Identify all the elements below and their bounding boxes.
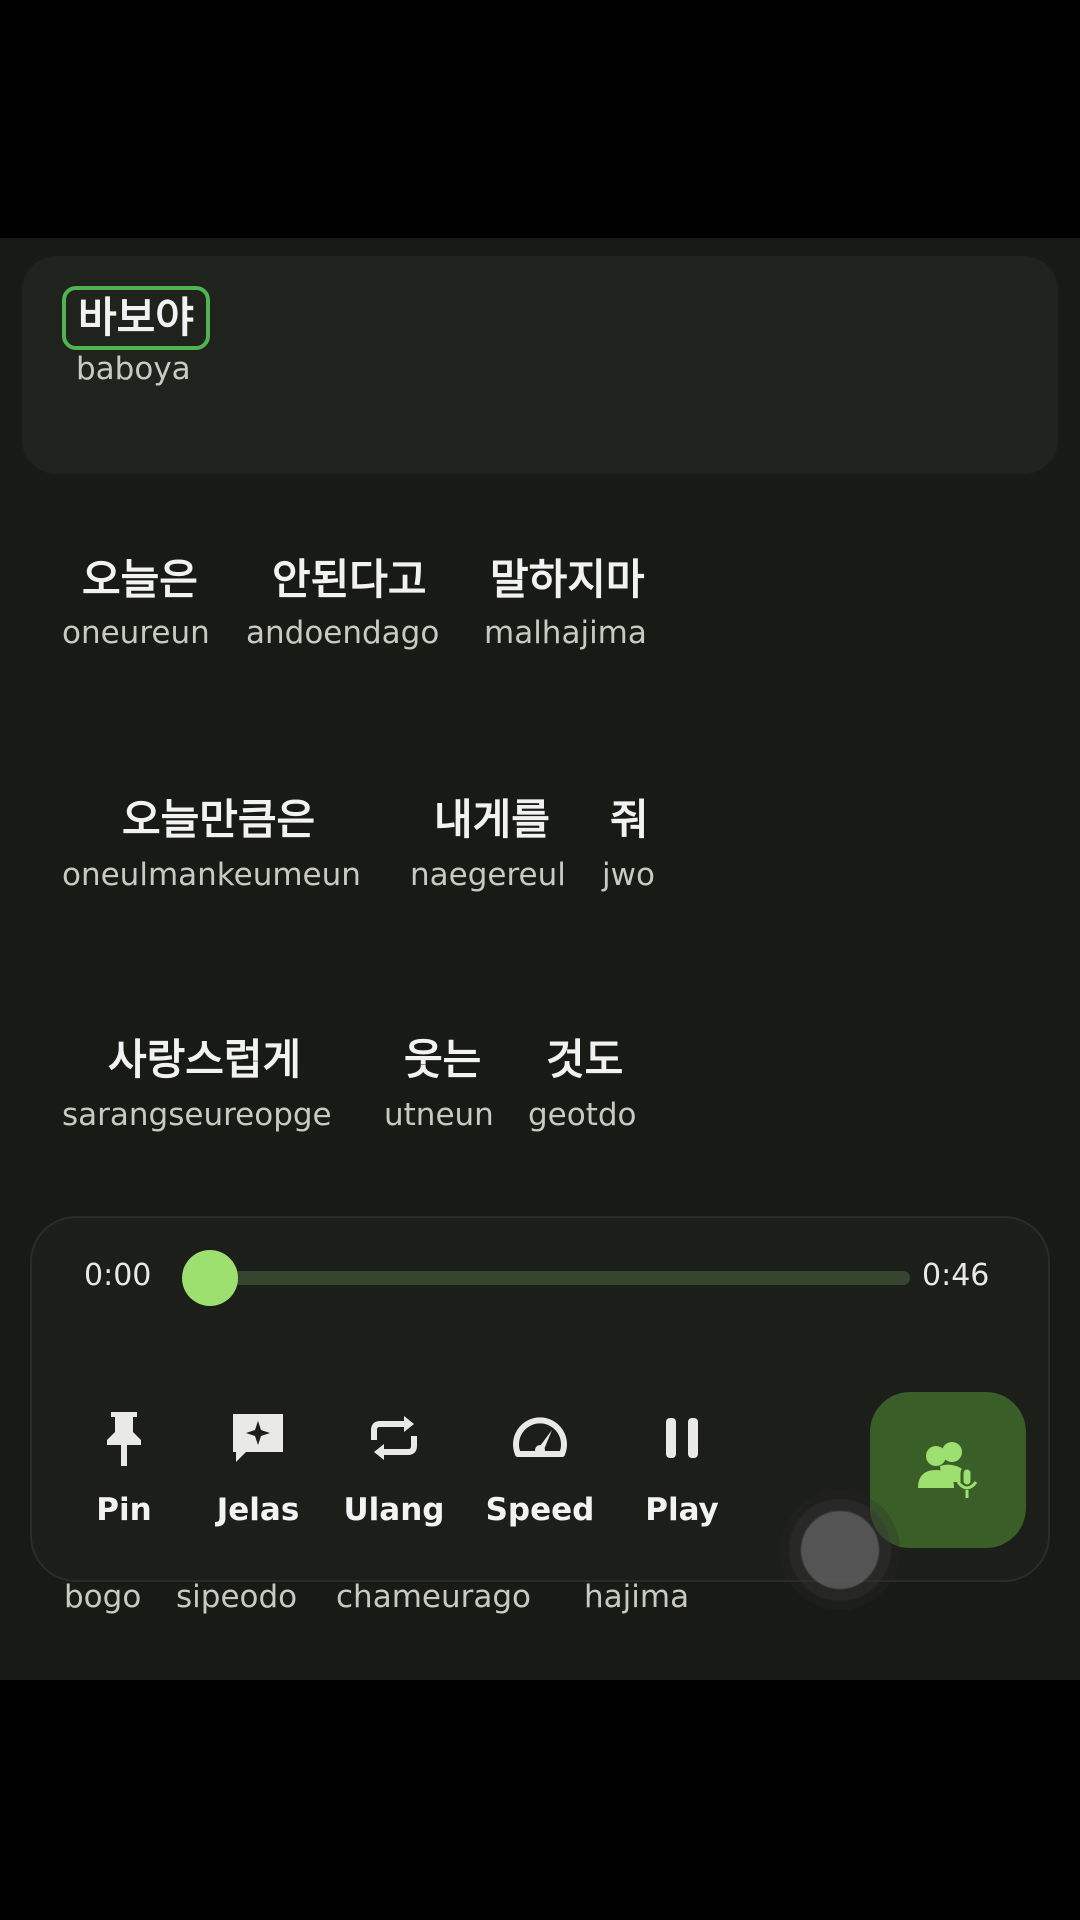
lyric-word-roman: oneureun: [62, 615, 210, 651]
jelas-button[interactable]: Jelas: [198, 1408, 318, 1538]
lyric-word-roman: andoendago: [246, 615, 440, 651]
lyric-word-roman: sarangseureopge: [62, 1097, 332, 1133]
lyric-word-roman: geotdo: [528, 1097, 637, 1133]
lyric-line-1[interactable]: 오늘은 oneureun 안된다고 andoendago 말하지마 malhaj…: [0, 554, 1080, 684]
play-button[interactable]: Play: [622, 1408, 742, 1538]
lyric-word-roman: oneulmankeumeun: [62, 857, 361, 893]
speedometer-icon: [513, 1417, 567, 1457]
active-word-roman: baboya: [76, 351, 191, 387]
lyric-word-korean: 사랑스럽게: [108, 1035, 302, 1084]
group-mic-icon: [918, 1442, 978, 1498]
lyric-word-korean: 말하지마: [490, 555, 645, 604]
lyric-word-korean: 것도: [546, 1035, 624, 1084]
progress-track[interactable]: [212, 1271, 910, 1285]
lyric-line-2[interactable]: 오늘만큼은 oneulmankeumeun 내게를 naegereul 줘 jw…: [0, 794, 1080, 924]
lyric-line-4[interactable]: bogo sipeodo chameurago hajima: [0, 1578, 1080, 1628]
active-word-korean: 바보야: [62, 286, 210, 350]
lyric-word-korean: 내게를: [434, 795, 550, 844]
lyric-word-korean: 오늘만큼은: [122, 795, 316, 844]
lyric-word-roman[interactable]: hajima: [584, 1578, 689, 1616]
lyric-word-roman[interactable]: chameurago: [336, 1578, 531, 1616]
assistive-touch-button[interactable]: [780, 1490, 900, 1610]
sparkle-chat-icon: [233, 1414, 283, 1462]
lyric-word-roman: jwo: [602, 857, 655, 893]
lyric-word-roman[interactable]: sipeodo: [176, 1578, 297, 1616]
ulang-button[interactable]: Ulang: [334, 1408, 454, 1538]
repeat-icon: [371, 1416, 417, 1460]
progress-handle[interactable]: [182, 1250, 238, 1306]
lyrics-screen: 바보야 baboya 오늘은 oneureun 안된다고 andoendago …: [0, 238, 1080, 1680]
lyric-word-korean: 줘: [610, 795, 649, 844]
speed-button[interactable]: Speed: [480, 1408, 600, 1538]
lyric-word-roman[interactable]: bogo: [64, 1578, 141, 1616]
lyric-word-roman: naegereul: [410, 857, 566, 893]
lyric-line-3[interactable]: 사랑스럽게 sarangseureopge 웃는 utneun 것도 geotd…: [0, 1034, 1080, 1164]
lyric-word-roman: malhajima: [484, 615, 647, 651]
lyric-word-korean: 오늘은: [82, 555, 198, 604]
current-time: 0:00: [84, 1258, 152, 1293]
ulang-label: Ulang: [343, 1492, 445, 1528]
speed-label: Speed: [485, 1492, 595, 1528]
pin-icon: [107, 1412, 141, 1466]
lyric-word-korean: 안된다고: [272, 555, 427, 604]
lyric-word-korean: 웃는: [404, 1035, 482, 1084]
active-lyric-card[interactable]: 바보야 baboya: [22, 256, 1058, 474]
lyric-word-roman: utneun: [384, 1097, 494, 1133]
pause-icon: [666, 1418, 698, 1458]
pin-button[interactable]: Pin: [64, 1408, 184, 1538]
total-time: 0:46: [922, 1258, 990, 1293]
play-label: Play: [645, 1492, 719, 1528]
